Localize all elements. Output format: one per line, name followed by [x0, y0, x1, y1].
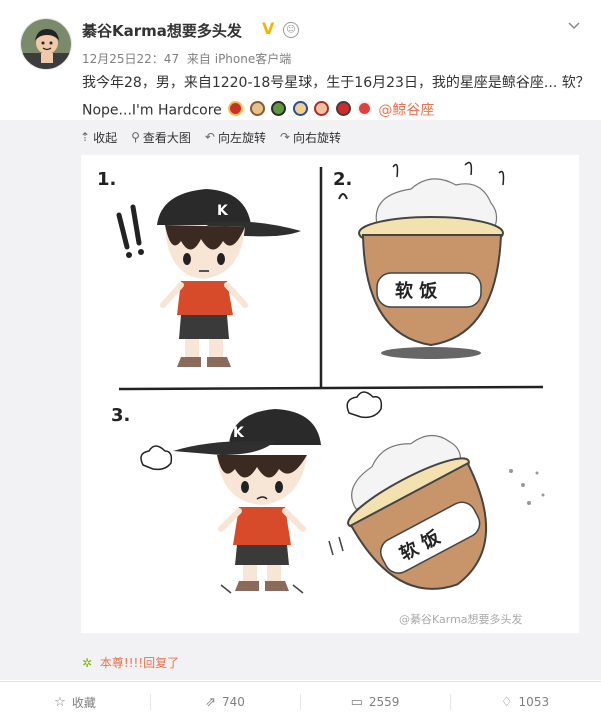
- repost-icon: ⇗: [205, 694, 216, 710]
- collapse-label: 收起: [93, 130, 118, 145]
- avatar[interactable]: [20, 18, 72, 70]
- thor-emoji-icon: [249, 101, 265, 116]
- username[interactable]: 綦谷Karma想要多头发: [82, 20, 242, 41]
- action-bar: ☆ 收藏 ⇗ 740 ▭ 2559 ♢ 1053: [0, 681, 601, 721]
- post-header: 綦谷Karma想要多头发 V ☺ 12月25日22：47 来自 iPhone客户…: [0, 0, 601, 120]
- image-toolbar: ⇡ 收起 ⚲ 查看大图 ↶ 向左旋转 ↷ 向右旋转: [80, 128, 341, 146]
- reply-label: 本尊!!!!回复了: [99, 656, 180, 670]
- panel3-label: 3.: [111, 405, 130, 426]
- comic-watermark: @綦谷Karma想要多头发: [399, 612, 523, 626]
- thumbs-up-icon: ♢: [500, 694, 513, 710]
- verified-v-icon: V: [262, 19, 275, 38]
- post-meta: 12月25日22：47 来自 iPhone客户端: [82, 50, 295, 67]
- post-text-line1: 我今年28，男，来自1220-18号星球，生于16月23日，我的星座是鲸谷座..…: [82, 75, 590, 91]
- favorite-label: 收藏: [71, 695, 96, 710]
- rotate-left-button[interactable]: ↶ 向左旋转: [205, 128, 266, 146]
- topic-link[interactable]: @鲸谷座: [378, 103, 434, 119]
- post-timestamp[interactable]: 12月25日22：47: [82, 52, 179, 66]
- repost-button[interactable]: ⇗ 740: [150, 682, 300, 721]
- star-outline-icon: ☆: [54, 694, 66, 710]
- rotate-left-icon: ↶: [204, 130, 215, 144]
- collapse-up-icon: ⇡: [80, 130, 91, 144]
- mushroom-emoji-icon: [356, 101, 372, 116]
- comment-icon: ▭: [350, 694, 363, 710]
- post-source: 来自 iPhone客户端: [186, 52, 292, 66]
- collapse-button[interactable]: ⇡ 收起: [80, 128, 117, 146]
- captain-america-emoji-icon: [292, 101, 308, 116]
- iron-man-emoji-icon: [228, 101, 244, 116]
- chevron-down-icon[interactable]: [566, 18, 582, 34]
- boy-character-2: K: [173, 409, 321, 594]
- favorite-button[interactable]: ☆ 收藏: [0, 682, 150, 721]
- view-large-button[interactable]: ⚲ 查看大图: [131, 128, 191, 146]
- rice-bowl-2: 软 饭: [347, 434, 488, 590]
- hulk-emoji-icon: [271, 101, 287, 116]
- reply-area: ✲ 本尊!!!!回复了: [0, 640, 601, 680]
- svg-text:软 饭: 软 饭: [395, 280, 437, 302]
- star-icon: ✲: [82, 656, 93, 670]
- search-icon: ⚲: [131, 130, 140, 144]
- like-count: 1053: [518, 695, 550, 709]
- robot-icon: ☺: [283, 22, 299, 38]
- boy-character-1: K: [157, 189, 301, 367]
- panel2-label: 2.: [333, 169, 352, 190]
- panel1-label: 1.: [97, 169, 116, 190]
- comment-button[interactable]: ▭ 2559: [300, 682, 450, 721]
- comment-count: 2559: [368, 695, 400, 709]
- svg-text:K: K: [233, 425, 245, 441]
- like-button[interactable]: ♢ 1053: [450, 682, 600, 721]
- repost-count: 740: [222, 695, 245, 709]
- comic-image[interactable]: 1. 2. 3. K 软 饭 K 软 饭 @綦谷Karma想要多头发: [81, 155, 579, 633]
- image-area: ⇡ 收起 ⚲ 查看大图 ↶ 向左旋转 ↷ 向右旋转 1. 2. 3. K 软 饭…: [0, 120, 601, 640]
- rotate-right-label: 向右旋转: [293, 130, 342, 145]
- rotate-left-label: 向左旋转: [217, 130, 266, 145]
- reply-text[interactable]: ✲ 本尊!!!!回复了: [82, 654, 179, 671]
- spiderman-emoji-icon: [335, 101, 351, 116]
- post-text-line2: Nope...I'm Hardcore: [82, 102, 222, 119]
- svg-text:K: K: [217, 203, 229, 219]
- view-large-label: 查看大图: [142, 130, 191, 145]
- post-text: 我今年28，男，来自1220-18号星球，生于16月23日，我的星座是鲸谷座..…: [82, 70, 590, 125]
- black-widow-emoji-icon: [314, 101, 330, 116]
- rotate-right-icon: ↷: [279, 130, 291, 144]
- rice-bowl-1: 软 饭: [338, 161, 505, 359]
- rotate-right-button[interactable]: ↷ 向右旋转: [280, 128, 341, 146]
